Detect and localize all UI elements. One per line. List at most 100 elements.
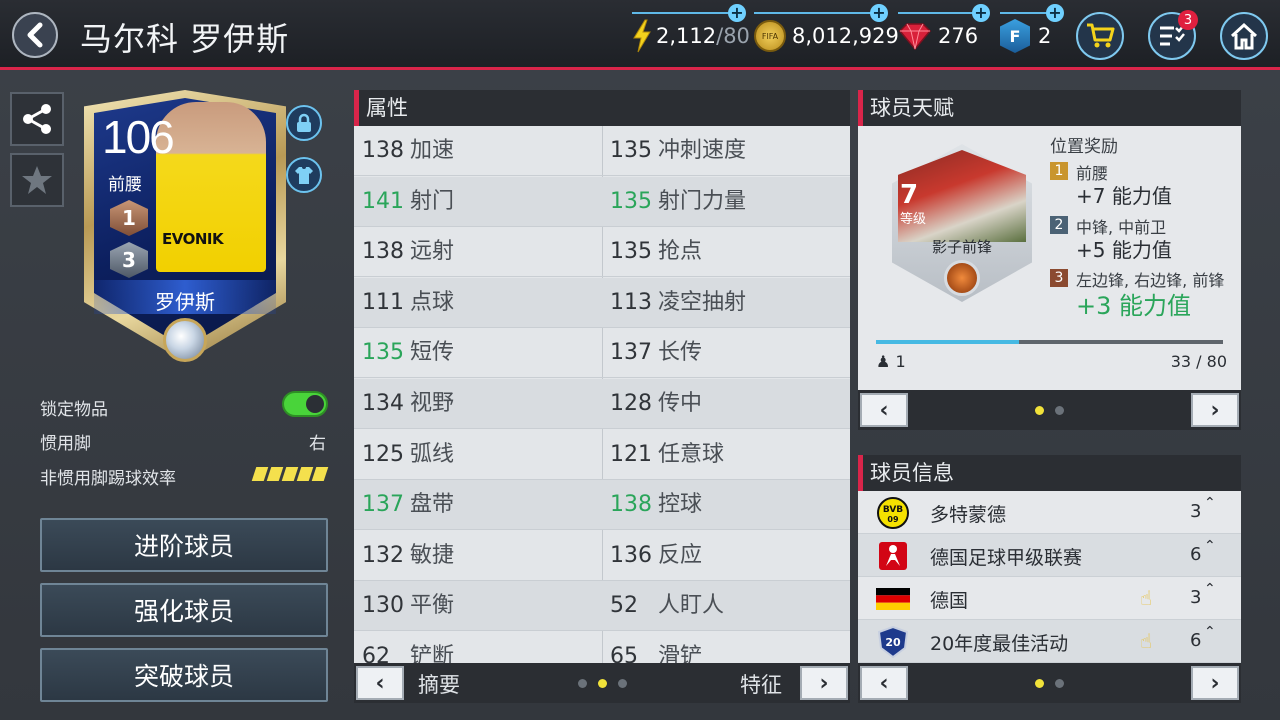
attributes-list[interactable]: 138 加速 135 冲刺速度 141 射门 135 射门力量 138 远射 135 抢点 111 点球 1…	[354, 126, 850, 664]
attribute-name: 滑铲	[658, 644, 703, 664]
upgrade-player-button[interactable]: 进阶球员	[40, 518, 328, 572]
home-button[interactable]	[1220, 12, 1268, 60]
talent-prev-button[interactable]: ‹	[860, 393, 908, 427]
attribute-cell: 138 远射	[362, 227, 454, 277]
fifa-points-counter[interactable]: + F 2	[1000, 4, 1064, 54]
attribute-value: 113	[610, 289, 652, 315]
svg-text:20: 20	[885, 636, 901, 649]
attribute-value: 132	[362, 542, 404, 568]
svg-text:09: 09	[887, 515, 899, 524]
talent-panel: 7 等级 影子前锋 位置奖励 1 前腰 +7 能力值 2 中锋, 中前卫 +5 …	[858, 126, 1241, 390]
card-position: 前腰	[108, 175, 142, 195]
attribute-name: 反应	[658, 542, 703, 568]
attributes-next-button[interactable]: ›	[800, 666, 848, 700]
nation-count: 3	[1190, 587, 1202, 608]
share-icon	[23, 104, 51, 134]
attributes-pager: ‹ 摘要 特征 ›	[354, 663, 850, 703]
attribute-name: 敏捷	[410, 542, 455, 568]
attribute-value: 65	[610, 644, 638, 664]
share-button[interactable]	[10, 92, 64, 146]
attribute-cell: 138 加速	[362, 126, 454, 176]
attribute-value: 52	[610, 593, 638, 619]
info-row-league[interactable]: 德国足球甲级联赛 6 ⌃	[858, 534, 1241, 577]
page-dot	[1055, 406, 1064, 415]
chemistry-hand-icon: ☝	[1140, 586, 1153, 610]
toty-logo-icon: 20	[876, 625, 910, 659]
attribute-row: 132 敏捷 136 反应	[354, 531, 850, 581]
attribute-value: 130	[362, 593, 404, 619]
svg-text:BVB: BVB	[883, 505, 903, 515]
rating-bar	[266, 467, 284, 481]
coins-counter[interactable]: + FIFA 8,012,929	[754, 4, 899, 54]
attribute-value: 136	[610, 542, 652, 568]
points-plus-icon[interactable]: +	[1046, 4, 1064, 22]
talent-level-label: 等级	[900, 212, 927, 227]
rank-up-player-button[interactable]: 突破球员	[40, 648, 328, 702]
attribute-value: 111	[362, 289, 404, 315]
info-row-program[interactable]: 20 20年度最佳活动 ☝ 6 ⌃	[858, 620, 1241, 663]
player-info-prev-button[interactable]: ‹	[860, 666, 908, 700]
energy-value: 2,112	[656, 24, 717, 48]
chevron-up-icon: ⌃	[1204, 581, 1216, 597]
attribute-name: 长传	[658, 340, 703, 366]
train-player-button[interactable]: 强化球员	[40, 583, 328, 637]
page-dot	[1035, 679, 1044, 688]
bonus-rank-1: 1	[1050, 162, 1068, 180]
points-value: 2	[1038, 24, 1052, 48]
attribute-cell: 137 长传	[610, 328, 702, 378]
attribute-cell: 128 传中	[610, 379, 702, 429]
attribute-cell: 52 人盯人	[610, 581, 724, 631]
attribute-value: 138	[362, 138, 404, 163]
attribute-cell: 62 铲断	[362, 632, 454, 664]
attribute-value: 134	[362, 391, 404, 416]
store-button[interactable]	[1076, 12, 1124, 60]
attribute-value: 138	[362, 239, 404, 265]
attribute-row: 141 射门 135 射门力量	[354, 176, 850, 227]
attributes-prev-button[interactable]: ‹	[356, 666, 404, 700]
gems-counter[interactable]: + 276	[898, 4, 990, 54]
talent-header: 球员天赋	[858, 90, 1241, 126]
attribute-row: 138 远射 135 抢点	[354, 227, 850, 278]
attribute-name: 铲断	[410, 644, 455, 664]
favorite-button[interactable]	[10, 153, 64, 207]
kit-button[interactable]	[286, 157, 322, 193]
attribute-cell: 132 敏捷	[362, 531, 454, 581]
back-button[interactable]	[12, 12, 58, 58]
attribute-cell: 130 平衡	[362, 581, 454, 631]
tasks-menu-button[interactable]: 3	[1148, 10, 1198, 60]
weak-foot-label: 非惯用脚踢球效率	[40, 469, 176, 489]
attributes-next-label[interactable]: 特征	[740, 669, 782, 699]
info-row-club[interactable]: BVB 09 多特蒙德 3 ⌃	[858, 491, 1241, 534]
talent-progress-text: 33 / 80	[1170, 352, 1227, 371]
info-row-nation[interactable]: 德国 ☝ 3 ⌃	[858, 577, 1241, 620]
top-bar: 马尔科 罗伊斯 + 2,112/80 + FIFA 8,012,929 + 27…	[0, 0, 1280, 70]
attribute-cell: 135 抢点	[610, 227, 702, 277]
player-info-next-button[interactable]: ›	[1191, 666, 1239, 700]
club-count: 3	[1190, 501, 1202, 522]
lock-item-toggle[interactable]	[282, 391, 328, 417]
rating-bar	[251, 467, 269, 481]
lock-button[interactable]	[286, 105, 322, 141]
energy-counter[interactable]: + 2,112/80	[632, 4, 750, 54]
card-gem-icon	[163, 318, 207, 362]
attribute-value: 62	[362, 644, 390, 664]
toggle-knob	[306, 395, 324, 413]
attribute-name: 人盯人	[658, 593, 725, 619]
energy-plus-icon[interactable]: +	[728, 4, 746, 22]
attribute-cell: 137 盘带	[362, 480, 454, 530]
attribute-cell: 125 弧线	[362, 430, 454, 480]
attributes-prev-label[interactable]: 摘要	[418, 669, 460, 699]
attribute-value: 137	[362, 492, 404, 518]
attribute-name: 点球	[410, 289, 455, 315]
coins-plus-icon[interactable]: +	[870, 4, 888, 22]
talent-progress-count: ♟ 1	[876, 352, 906, 371]
attribute-value: 125	[362, 441, 404, 467]
card-ovr: 106	[102, 111, 175, 163]
rating-bar	[296, 467, 314, 481]
attribute-name: 控球	[658, 492, 703, 518]
attribute-value: 121	[610, 441, 652, 467]
player-card[interactable]: EVONIK 106 前腰 1 3 罗伊斯	[70, 90, 322, 375]
bvb-logo-icon: BVB 09	[876, 496, 910, 530]
gems-plus-icon[interactable]: +	[972, 4, 990, 22]
talent-next-button[interactable]: ›	[1191, 393, 1239, 427]
